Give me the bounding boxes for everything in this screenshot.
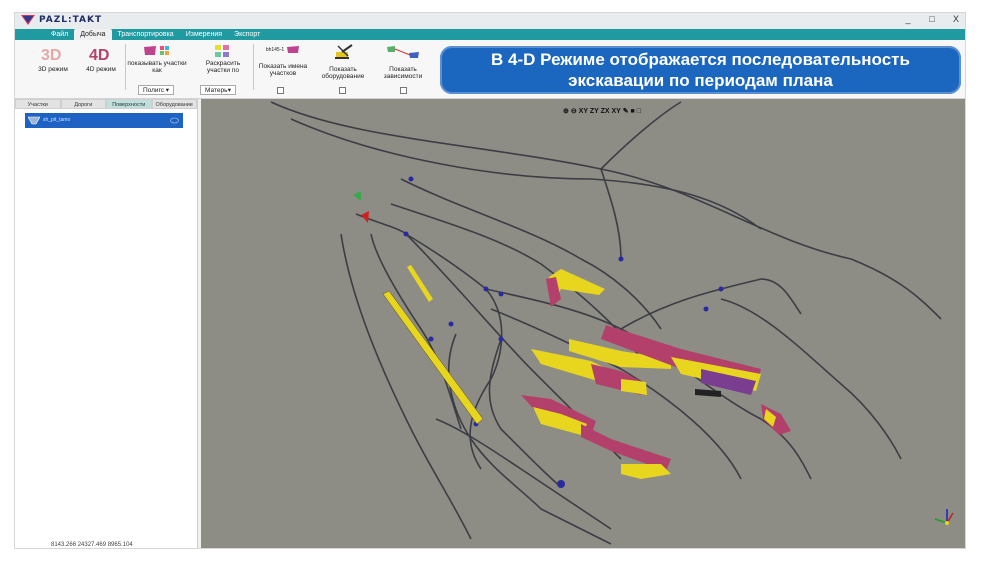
menu-export[interactable]: Экспорт [228, 29, 266, 40]
show-names-checkbox[interactable] [277, 87, 284, 94]
svg-text:3D: 3D [41, 47, 61, 64]
show-dependencies-checkbox[interactable] [400, 87, 407, 94]
color-sections-button[interactable]: Раскрасить участки по [195, 44, 251, 74]
show-sections-value: Полигс [143, 87, 165, 94]
cursor-coordinates: 8143.266 24327.469 8965.104 [51, 542, 133, 548]
show-names-label: Показать имена участков [258, 63, 308, 77]
minimize-button[interactable]: _ [903, 14, 913, 24]
mode-4d-button[interactable]: 4D 4D режим [79, 44, 123, 73]
menu-file[interactable]: Файл [45, 29, 74, 40]
menu-measurements[interactable]: Измерения [180, 29, 228, 40]
menu-mining[interactable]: Добыча [74, 29, 112, 40]
app-title: PAZL:TAKT [39, 15, 103, 25]
close-button[interactable]: X [951, 14, 961, 24]
maximize-button[interactable]: □ [927, 14, 937, 24]
show-deps-label: Показать зависимости [383, 66, 423, 80]
logo-icon [21, 15, 35, 25]
excavator-icon [335, 44, 353, 59]
axis-gizmo [934, 509, 954, 525]
3d-viewport[interactable]: ⊕ ⊖ XY ZY ZX XY ✎ ■ □ [201, 99, 965, 548]
section-tag-icon [287, 46, 300, 53]
color-sections-select[interactable]: Матерь ▾ [200, 85, 236, 95]
show-dependencies-button[interactable]: Показать зависимости [375, 44, 431, 80]
polygon-shape-icon [144, 46, 169, 55]
tab-equipment[interactable]: Оборудование [151, 99, 197, 109]
chevron-down-icon: ▾ [227, 87, 231, 94]
title-bar: PAZL:TAKT _ □ X [15, 13, 965, 29]
color-sections-label: Раскрасить участки по [205, 60, 241, 74]
dependency-arrow-icon [387, 46, 419, 58]
visibility-eye-icon[interactable] [170, 116, 179, 125]
tab-surfaces[interactable]: Поверхности [106, 99, 152, 109]
svg-text:4D: 4D [89, 47, 109, 64]
show-sections-label: показывать участки как [127, 60, 187, 74]
show-sections-as-button[interactable]: показывать участки как [127, 44, 187, 74]
show-equipment-button[interactable]: Показать оборудование [315, 44, 371, 80]
menu-transport[interactable]: Транспортировка [112, 29, 180, 40]
4d-icon: 4D [89, 47, 109, 64]
banner-line-2: экскавации по периодам плана [568, 71, 833, 90]
section-tag-text: bh145-1 [265, 46, 285, 53]
app-window: PAZL:TAKT _ □ X Файл Добыча Транспортиро… [14, 12, 966, 549]
excavation-blocks [382, 265, 791, 479]
surface-layer-row[interactable]: sh_pit_tamo [25, 113, 183, 128]
left-panel: Участки Дороги Поверхности Оборудование … [15, 99, 198, 548]
app-logo: PAZL:TAKT [21, 15, 102, 25]
tab-sections[interactable]: Участки [15, 99, 61, 109]
mode-4d-label: 4D режим [86, 66, 116, 73]
mode-3d-button[interactable]: 3D 3D режим [33, 44, 73, 73]
tab-roads[interactable]: Дороги [60, 99, 106, 109]
3d-icon: 3D [41, 47, 61, 64]
surface-icon [28, 116, 40, 125]
panel-tabs: Участки Дороги Поверхности Оборудование [15, 99, 197, 109]
layer-name: sh_pit_tamo [43, 117, 71, 123]
haul-roads [270, 101, 942, 545]
color-palette-icon [215, 45, 229, 57]
banner-line-1: В 4-D Режиме отображается последовательн… [491, 50, 910, 69]
mode-3d-label: 3D режим [38, 66, 68, 73]
show-equipment-label: Показать оборудование [321, 66, 365, 80]
road-nodes [403, 176, 724, 488]
info-banner: В 4-D Режиме отображается последовательн… [440, 46, 961, 94]
start-flags [353, 191, 369, 223]
show-sections-select[interactable]: Полигс ▾ [138, 85, 174, 95]
chevron-down-icon: ▾ [165, 87, 169, 94]
show-equipment-checkbox[interactable] [339, 87, 346, 94]
mine-scene [270, 101, 954, 545]
show-names-button[interactable]: bh145-1 Показать имена участков [255, 46, 311, 77]
color-sections-value: Матерь [205, 87, 228, 94]
menu-bar: Файл Добыча Транспортировка Измерения Эк… [15, 29, 965, 40]
